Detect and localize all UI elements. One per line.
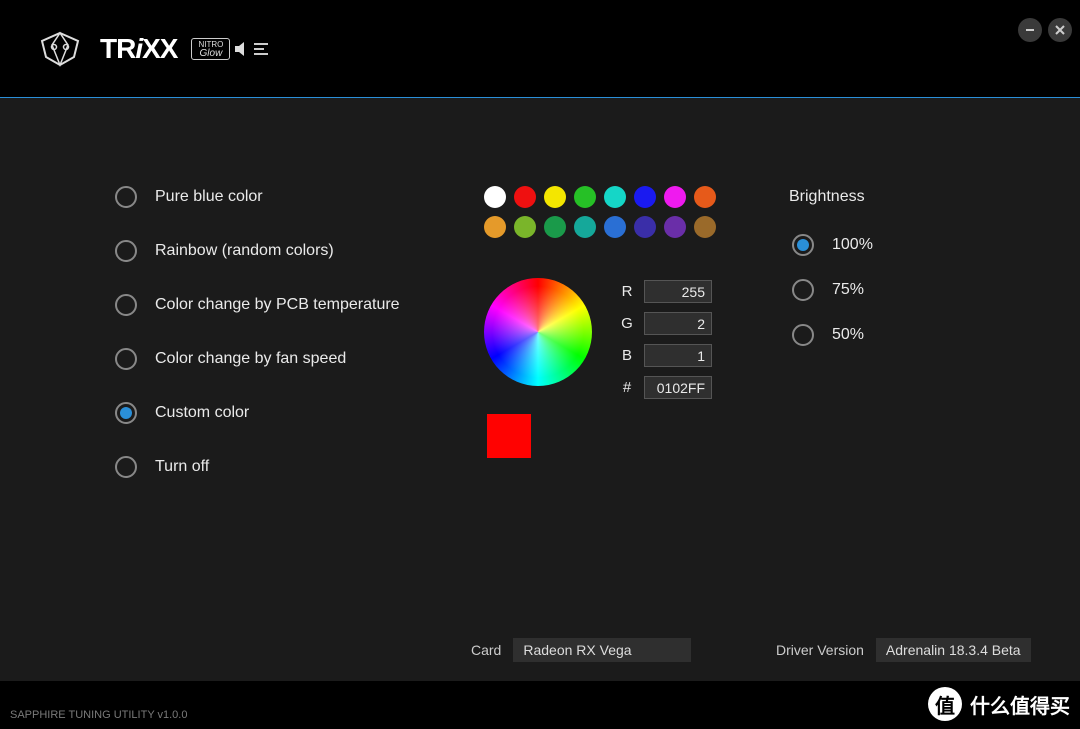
- brand-text: TRiXX: [100, 33, 177, 65]
- swatch[interactable]: [574, 216, 596, 238]
- hex-input[interactable]: [644, 376, 712, 399]
- swatch[interactable]: [604, 186, 626, 208]
- speaker-icon: [234, 39, 250, 59]
- color-wheel[interactable]: [484, 278, 592, 386]
- driver-value: Adrenalin 18.3.4 Beta: [886, 642, 1021, 658]
- mode-list: Pure blue color Rainbow (random colors) Co…: [115, 186, 400, 478]
- version-text: SAPPHIRE TUNING UTILITY v1.0.0: [10, 709, 187, 721]
- brightness-option[interactable]: 75%: [792, 279, 873, 301]
- mode-label: Rainbow (random colors): [155, 242, 334, 260]
- radio-icon: [792, 234, 814, 256]
- swatch[interactable]: [694, 186, 716, 208]
- footer-card: Card Radeon RX Vega: [471, 638, 691, 662]
- b-label: B: [620, 347, 634, 364]
- mode-off[interactable]: Turn off: [115, 456, 400, 478]
- b-input[interactable]: [644, 344, 712, 367]
- content-area: Pure blue color Rainbow (random colors) Co…: [0, 98, 1080, 681]
- radio-icon: [115, 186, 137, 208]
- swatch[interactable]: [664, 216, 686, 238]
- mode-fan-speed[interactable]: Color change by fan speed: [115, 348, 400, 370]
- r-label: R: [620, 283, 634, 300]
- swatch[interactable]: [634, 186, 656, 208]
- mode-label: Pure blue color: [155, 188, 263, 206]
- swatch[interactable]: [514, 216, 536, 238]
- swatch[interactable]: [544, 216, 566, 238]
- swatch[interactable]: [604, 216, 626, 238]
- g-input[interactable]: [644, 312, 712, 335]
- swatch[interactable]: [664, 186, 686, 208]
- card-label: Card: [471, 642, 501, 658]
- logo-area: TRiXX NITRO Glow: [34, 29, 268, 69]
- mode-pcb-temp[interactable]: Color change by PCB temperature: [115, 294, 400, 316]
- mode-rainbow[interactable]: Rainbow (random colors): [115, 240, 400, 262]
- swatch[interactable]: [514, 186, 536, 208]
- mode-label: Color change by fan speed: [155, 350, 346, 368]
- brightness-option[interactable]: 50%: [792, 324, 873, 346]
- g-label: G: [620, 315, 634, 332]
- radio-icon: [792, 324, 814, 346]
- sound-lines-icon: [254, 43, 268, 55]
- titlebar: TRiXX NITRO Glow: [0, 0, 1080, 98]
- watermark-icon: 值: [928, 687, 962, 721]
- minimize-button[interactable]: [1018, 18, 1042, 42]
- footer-driver: Driver Version Adrenalin 18.3.4 Beta: [776, 638, 1031, 662]
- swatch[interactable]: [484, 186, 506, 208]
- color-swatches: [484, 186, 716, 238]
- card-value: Radeon RX Vega: [523, 642, 631, 658]
- swatch[interactable]: [484, 216, 506, 238]
- brightness-label: 75%: [832, 281, 864, 299]
- statusbar: SAPPHIRE TUNING UTILITY v1.0.0 值 什么值得买: [0, 681, 1080, 729]
- brightness-label: 50%: [832, 326, 864, 344]
- radio-icon: [115, 240, 137, 262]
- mode-pure-blue[interactable]: Pure blue color: [115, 186, 400, 208]
- color-preview: [487, 414, 531, 458]
- brightness-option[interactable]: 100%: [792, 234, 873, 256]
- brightness-title: Brightness: [789, 188, 873, 206]
- rgb-inputs: R G B #: [620, 280, 712, 399]
- radio-icon: [792, 279, 814, 301]
- sapphire-logo-icon: [34, 29, 86, 69]
- card-value-box[interactable]: Radeon RX Vega: [513, 638, 691, 662]
- mode-label: Color change by PCB temperature: [155, 296, 400, 314]
- radio-icon: [115, 456, 137, 478]
- swatch[interactable]: [574, 186, 596, 208]
- driver-label: Driver Version: [776, 642, 864, 658]
- radio-icon: [115, 348, 137, 370]
- radio-icon: [115, 402, 137, 424]
- mode-label: Custom color: [155, 404, 249, 422]
- driver-value-box[interactable]: Adrenalin 18.3.4 Beta: [876, 638, 1031, 662]
- nitro-glow-badge: NITRO Glow: [191, 38, 268, 60]
- close-button[interactable]: [1048, 18, 1072, 42]
- window-controls: [1018, 18, 1072, 42]
- mode-custom[interactable]: Custom color: [115, 402, 400, 424]
- watermark: 值 什么值得买: [928, 687, 1070, 721]
- hex-label: #: [620, 379, 634, 396]
- swatch[interactable]: [694, 216, 716, 238]
- brightness-section: Brightness 100% 75% 50%: [789, 188, 873, 346]
- r-input[interactable]: [644, 280, 712, 303]
- watermark-text: 什么值得买: [970, 690, 1070, 719]
- radio-icon: [115, 294, 137, 316]
- swatch[interactable]: [544, 186, 566, 208]
- swatch[interactable]: [634, 216, 656, 238]
- brightness-label: 100%: [832, 236, 873, 254]
- mode-label: Turn off: [155, 458, 209, 476]
